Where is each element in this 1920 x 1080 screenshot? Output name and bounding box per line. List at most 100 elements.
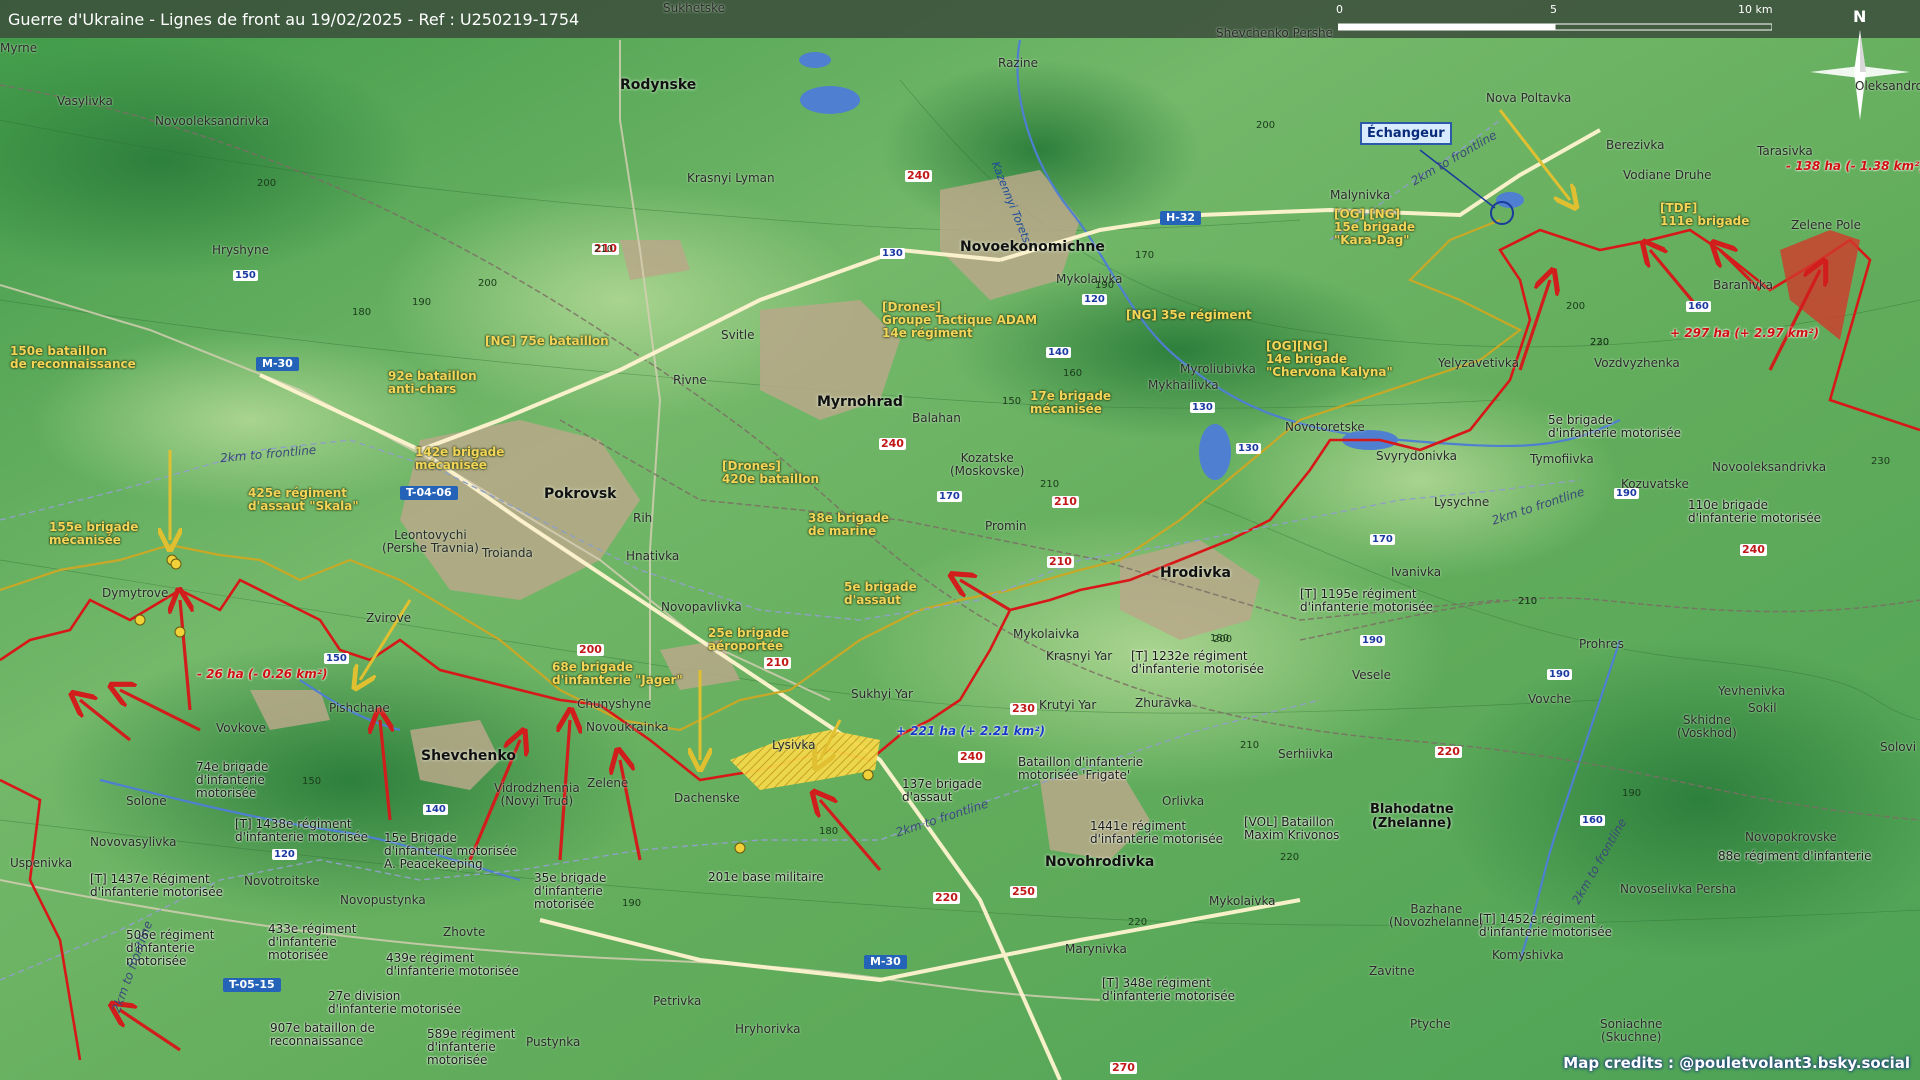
ua-unit-label[interactable]: 92e bataillon anti-chars xyxy=(388,369,477,396)
town-label: Hryshyne xyxy=(212,243,270,257)
city-novohrodivka[interactable]: Novohrodivka xyxy=(1045,854,1154,870)
ua-unit-label[interactable]: [NG] 75e bataillon xyxy=(485,334,609,348)
ua-unit-label[interactable]: [OG] [NG] 15e brigade "Kara-Dag" xyxy=(1334,207,1415,248)
ru-unit-label[interactable]: 110e brigade d'infanterie motorisée xyxy=(1688,498,1821,525)
city-hrodivka[interactable]: Hrodivka xyxy=(1160,565,1231,581)
ru-unit-label[interactable]: 15e Brigade d'infanterie motorisée A. Pe… xyxy=(384,831,517,872)
town-label: Zvirove xyxy=(366,611,412,625)
town-label: Serhiivka xyxy=(1278,747,1334,761)
height-label: 200 xyxy=(257,178,277,189)
ru-unit-label[interactable]: 88e régiment d'infanterie xyxy=(1718,849,1871,863)
city-novoekonomichne[interactable]: Novoekonomichne xyxy=(960,239,1105,255)
town-label: Oleksandropil xyxy=(1855,79,1920,93)
ua-unit-label[interactable]: [OG][NG] 14e brigade "Chervona Kalyna" xyxy=(1266,339,1393,380)
ru-unit-label[interactable]: [T] 348e régiment d'infanterie motorisée xyxy=(1102,976,1235,1003)
road-number: 170 xyxy=(1370,534,1395,545)
height-label: 200 xyxy=(1213,634,1233,645)
road-number: 270 xyxy=(1110,1061,1137,1075)
ua-unit-label[interactable]: 155e brigade mécanisée xyxy=(49,520,138,547)
ru-unit-label[interactable]: [T] 1232e régiment d'infanterie motorisé… xyxy=(1131,649,1264,676)
town-label: Tymofiivka xyxy=(1530,452,1594,466)
ru-unit-label[interactable]: 439e régiment d'infanterie motorisée xyxy=(386,951,519,978)
ua-unit-label[interactable]: 38e brigade de marine xyxy=(808,511,889,538)
ru-unit-label[interactable]: 1441e régiment d'infanterie motorisée xyxy=(1090,819,1223,846)
town-label: Marynivka xyxy=(1065,942,1127,956)
ru-unit-label[interactable]: [VOL] Bataillon Maxim Krivonos xyxy=(1244,815,1339,842)
ru-unit-label[interactable]: 27e division d'infanterie motorisée xyxy=(328,989,461,1016)
ru-unit-label[interactable]: 589e régiment d'infanterie motorisée xyxy=(427,1027,516,1068)
road-number: 190 xyxy=(1614,488,1639,499)
ua-unit-label[interactable]: 17e brigade mécanisée xyxy=(1030,389,1111,416)
town-label: Solone xyxy=(126,794,167,808)
ru-unit-label[interactable]: 201e base militaire xyxy=(708,870,824,884)
highway-t0406: T-04-06 xyxy=(400,486,458,501)
city-pokrovsk[interactable]: Pokrovsk xyxy=(544,486,616,502)
ua-unit-label[interactable]: 425e régiment d'assaut "Skala" xyxy=(248,486,359,513)
height-label: 210 xyxy=(1240,740,1260,751)
road-number: 220 xyxy=(933,891,960,905)
city-shevchenko[interactable]: Shevchenko xyxy=(421,748,516,764)
ru-unit-label[interactable]: 5e brigade d'infanterie motorisée xyxy=(1548,413,1681,440)
interchange-callout: Échangeur xyxy=(1360,122,1452,145)
town-label: Novotroitske xyxy=(244,874,320,888)
ru-unit-label[interactable]: [T] 1437e Régiment d'infanterie motorisé… xyxy=(90,872,223,899)
area-change-label: - 138 ha (- 1.38 km²) xyxy=(1786,159,1920,173)
city-rodynske[interactable]: Rodynske xyxy=(620,77,696,93)
height-label: 200 xyxy=(1256,120,1276,131)
ua-unit-label[interactable]: 150e bataillon de reconnaissance xyxy=(10,344,136,371)
ru-unit-label[interactable]: [T] 1438e régiment d'infanterie motorisé… xyxy=(235,817,368,844)
town-label: Vodiane Druhe xyxy=(1623,168,1712,182)
ru-unit-label[interactable]: [T] 1452e régiment d'infanterie motorisé… xyxy=(1479,912,1612,939)
height-label: 230 xyxy=(1871,456,1891,467)
ua-unit-label[interactable]: [TDF] 111e brigade xyxy=(1660,201,1749,228)
ru-unit-label[interactable]: 907e bataillon de reconnaissance xyxy=(270,1021,375,1048)
road-number: 130 xyxy=(1190,402,1215,413)
height-label: 220 xyxy=(1590,337,1610,348)
ru-unit-label[interactable]: 35e brigade d'infanterie motorisée xyxy=(534,871,606,912)
town-label: Lysychne xyxy=(1434,495,1490,509)
road-number: 210 xyxy=(1052,495,1079,509)
city-myrnohrad[interactable]: Myrnohrad xyxy=(817,394,903,410)
ua-unit-label[interactable]: [Drones] 420e bataillon xyxy=(722,459,819,486)
ua-unit-label[interactable]: 142e brigade mécanisée xyxy=(415,445,504,472)
town-label: Dachenske xyxy=(674,791,740,805)
highway-m30-south: M-30 xyxy=(864,955,907,970)
road-number: 140 xyxy=(423,804,448,815)
height-label: 210 xyxy=(1040,479,1060,490)
map-title: Guerre d'Ukraine - Lignes de front au 19… xyxy=(8,10,580,29)
town-label: Kozatske (Moskovske) xyxy=(950,451,1025,479)
ru-unit-label[interactable]: 74e brigade d'infanterie motorisée xyxy=(196,760,268,801)
ua-unit-label[interactable]: 25e brigade aéroportée xyxy=(708,626,789,653)
height-label: 160 xyxy=(1063,368,1083,379)
town-label: Novooleksandrivka xyxy=(1712,460,1827,474)
town-label: Myrne xyxy=(0,41,38,55)
ru-unit-label[interactable]: 433e régiment d'infanterie motorisée xyxy=(268,922,357,963)
city-blahodatne[interactable]: Blahodatne (Zhelanne) xyxy=(1370,802,1454,832)
town-label: Leontovychi (Pershe Travnia) xyxy=(382,528,479,556)
town-label: Soniachne (Skuchne) xyxy=(1600,1017,1663,1045)
road-number: 250 xyxy=(1010,885,1037,899)
height-label: 190 xyxy=(622,898,642,909)
ru-unit-label[interactable]: Bataillon d'infanterie motorisée 'Frigat… xyxy=(1018,755,1143,782)
town-label: Hryhorivka xyxy=(735,1022,801,1036)
ua-unit-label[interactable]: [Drones] Groupe Tactique ADAM 14e régime… xyxy=(882,300,1037,341)
ru-unit-label[interactable]: [T] 1195e régiment d'infanterie motorisé… xyxy=(1300,587,1433,614)
town-label: Prohres xyxy=(1579,637,1624,651)
town-label: Rivne xyxy=(673,373,707,387)
town-label: Bazhane (Novozhelanne) xyxy=(1389,902,1484,930)
scale-label-10: 10 km xyxy=(1738,3,1773,16)
ua-unit-label[interactable]: 5e brigade d'assaut xyxy=(844,580,917,607)
road-number: 210 xyxy=(764,656,791,670)
road-number: 150 xyxy=(233,270,258,281)
town-label: Zhuravka xyxy=(1135,696,1192,710)
town-label: Dymytrove xyxy=(102,586,169,600)
area-change-label: + 297 ha (+ 2.97 km²) xyxy=(1670,326,1820,340)
town-label: Ptyche xyxy=(1410,1017,1451,1031)
town-label: Krasnyi Yar xyxy=(1046,649,1113,663)
town-label: Lysivka xyxy=(772,738,816,752)
map-canvas[interactable]: Guerre d'Ukraine - Lignes de front au 19… xyxy=(0,0,1920,1080)
ua-unit-label[interactable]: [NG] 35e régiment xyxy=(1126,308,1252,322)
road-number: 200 xyxy=(577,643,604,657)
road-number: 160 xyxy=(1686,301,1711,312)
ua-unit-label[interactable]: 68e brigade d'infanterie "Jager" xyxy=(552,660,683,687)
